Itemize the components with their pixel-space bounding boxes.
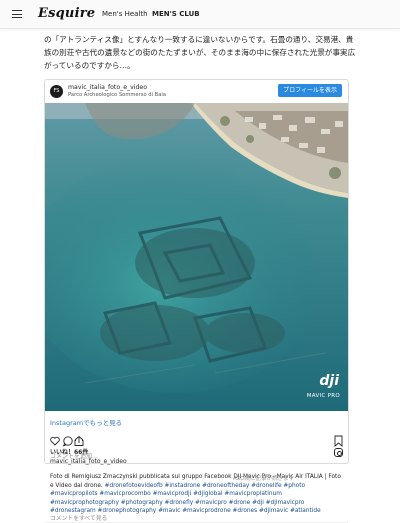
aerial-photo-illustration	[45, 103, 348, 411]
add-comment-input[interactable]: コメントを追加…	[50, 451, 98, 460]
aerial-photo[interactable]: dji MAVIC PRO	[45, 103, 348, 411]
avatar[interactable]: FS	[50, 85, 63, 98]
dji-watermark-logo: dji	[319, 373, 339, 389]
top-navigation-bar: Esquire Men's Health MEN'S CLUB	[0, 0, 400, 29]
comment-icon[interactable]	[62, 436, 73, 447]
view-all-comments-link[interactable]: コメントをすべて見る	[50, 513, 107, 522]
bookmark-icon[interactable]	[334, 435, 343, 447]
menu-icon[interactable]	[12, 10, 22, 18]
instagram-header: FS mavic_italia_foto_e_video Parco Arche…	[45, 80, 348, 102]
nav-link-mens-club[interactable]: MEN'S CLUB	[152, 10, 200, 18]
like-heart-icon[interactable]	[50, 436, 60, 446]
instagram-username[interactable]: mavic_italia_foto_e_video	[68, 84, 147, 91]
site-logo[interactable]: Esquire	[38, 6, 95, 21]
instagram-location[interactable]: Parco Archeologico Sommerso di Baia	[68, 92, 166, 98]
instagram-embed: FS mavic_italia_foto_e_video Parco Arche…	[44, 79, 349, 523]
view-more-on-instagram-link[interactable]: Instagramでもっと見る	[50, 417, 122, 427]
post-actions	[50, 432, 345, 447]
share-icon[interactable]	[74, 436, 84, 446]
article-paragraph: の「アトランティス像」とすんなり一致するに違いないからです。石畳の通り、交易港、…	[44, 35, 356, 70]
footer-note: AXO続に記事が続きます	[233, 476, 295, 482]
nav-link-mens-health[interactable]: Men's Health	[102, 10, 148, 18]
instagram-logo-icon[interactable]	[334, 448, 343, 457]
view-profile-button[interactable]: プロフィールを表示	[278, 84, 342, 97]
dji-watermark-model: MAVIC PRO	[306, 393, 340, 399]
post-caption: Foto di Remigiusz Zmaczynski pubblicata …	[50, 473, 344, 516]
